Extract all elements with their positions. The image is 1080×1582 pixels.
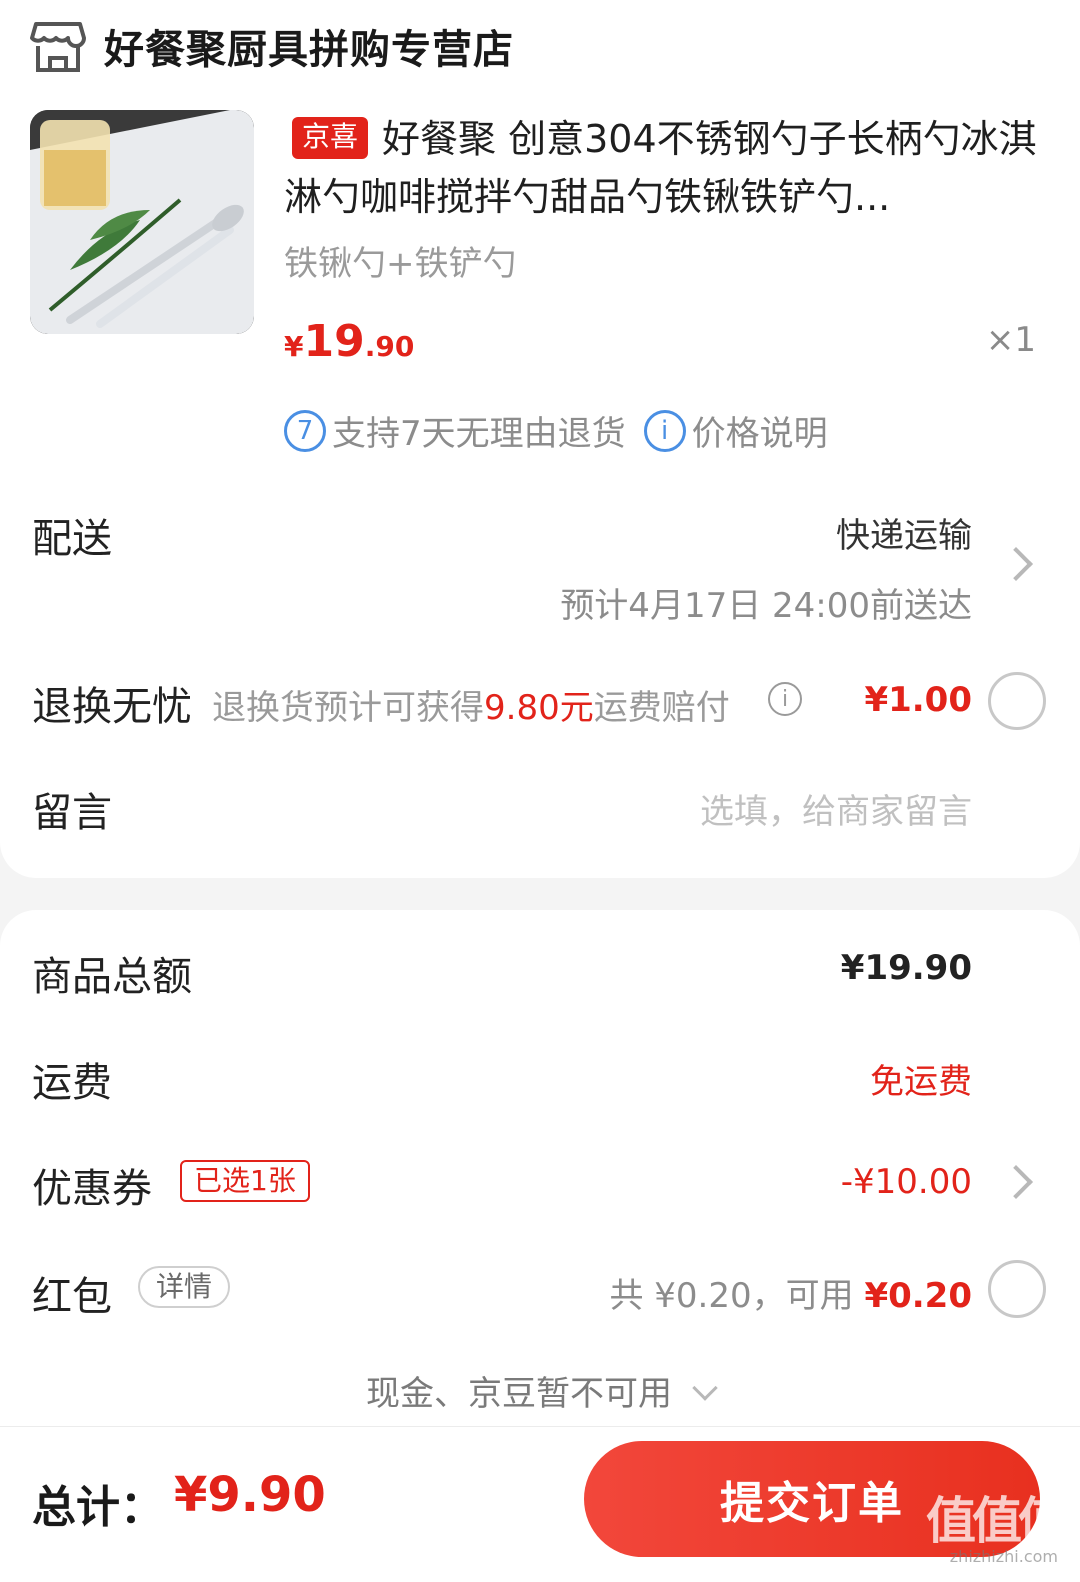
order-items-card: 好餐聚厨具拼购专营店 京喜 好餐聚 创意304不锈钢勺子长柄勺冰淇淋勺咖啡搅拌勺甜… [0, 0, 1080, 878]
message-label: 留言 [32, 790, 112, 836]
shipping-fee-label: 运费 [32, 1060, 112, 1106]
seven-days-return-icon: 7 [284, 409, 326, 452]
product-title-text: 好餐聚 创意304不锈钢勺子长柄勺冰淇淋勺咖啡搅拌勺甜品勺铁锹铁铲勺... [284, 117, 1037, 219]
goods-total-value: ¥19.90 [840, 948, 972, 988]
return-info-icon[interactable]: i [768, 682, 802, 716]
return-desc-suffix: 运费赔付 [593, 688, 730, 728]
return-insurance-label: 退换无忧 [32, 684, 192, 730]
return-desc-prefix: 退换货预计可获得 [212, 688, 484, 728]
coupon-label: 优惠券 [32, 1166, 152, 1212]
return-insurance-radio[interactable] [988, 672, 1046, 730]
store-header[interactable]: 好餐聚厨具拼购专营店 [30, 12, 514, 80]
return-desc-amount: 9.80元 [484, 688, 594, 728]
total-value: ¥9.90 [174, 1467, 326, 1523]
redpacket-details-button[interactable]: 详情 [138, 1266, 231, 1308]
shipping-fee-value: 免运费 [870, 1062, 972, 1102]
watermark-logo: 值值值 [926, 1492, 1068, 1550]
delivery-chevron-icon[interactable] [999, 547, 1033, 581]
product-price: ¥19.90 [284, 316, 414, 367]
return-insurance-price: ¥1.00 [864, 680, 972, 720]
delivery-method[interactable]: 快递运输 [836, 508, 972, 557]
price-info-link[interactable]: 价格说明 [692, 406, 828, 455]
goods-total-label: 商品总额 [32, 954, 192, 1000]
coupon-value[interactable]: -¥10.00 [841, 1162, 972, 1202]
chevron-down-icon [692, 1375, 718, 1401]
cash-beans-toggle[interactable]: 现金、京豆暂不可用 [0, 1366, 1080, 1415]
product-sku: 铁锹勺+铁铲勺 [284, 244, 517, 284]
redpacket-label: 红包 [32, 1274, 112, 1320]
total-label: 总计： [32, 1482, 164, 1533]
store-name: 好餐聚厨具拼购专营店 [104, 27, 514, 73]
price-symbol: ¥ [284, 330, 304, 363]
message-input[interactable]: 选填，给商家留言 [700, 784, 972, 833]
delivery-eta: 预计4月17日 24:00前送达 [560, 586, 972, 626]
price-info-icon[interactable]: i [643, 409, 686, 452]
service-row: 7 支持7天无理由退货 i 价格说明 [284, 406, 828, 455]
cash-beans-note: 现金、京豆暂不可用 [366, 1374, 672, 1414]
product-title[interactable]: 京喜 好餐聚 创意304不锈钢勺子长柄勺冰淇淋勺咖啡搅拌勺甜品勺铁锹铁铲勺... [284, 110, 1044, 226]
return-insurance-desc: 退换货预计可获得9.80元运费赔付 [212, 680, 730, 729]
coupon-selected-tag: 已选1张 [180, 1160, 310, 1202]
redpacket-available: ¥0.20 [864, 1276, 972, 1316]
store-icon [30, 22, 86, 72]
redpacket-radio[interactable] [988, 1260, 1046, 1318]
watermark-url: zhizhizhi.com [949, 1547, 1058, 1566]
delivery-label: 配送 [32, 516, 112, 562]
product-thumbnail[interactable] [30, 110, 254, 334]
redpacket-total: 共 ¥0.20，可用 [609, 1276, 854, 1316]
seven-days-return-text: 支持7天无理由退货 [332, 414, 626, 454]
checkout-bar: 总计： ¥9.90 提交订单 值值值 zhizhizhi.com [0, 1426, 1080, 1582]
price-decimal: .90 [364, 330, 415, 363]
product-quantity: ×1 [985, 320, 1036, 360]
jingxi-badge: 京喜 [292, 117, 369, 159]
price-integer: 19 [303, 316, 365, 367]
redpacket-balance: 共 ¥0.20，可用 ¥0.20 [609, 1268, 972, 1317]
